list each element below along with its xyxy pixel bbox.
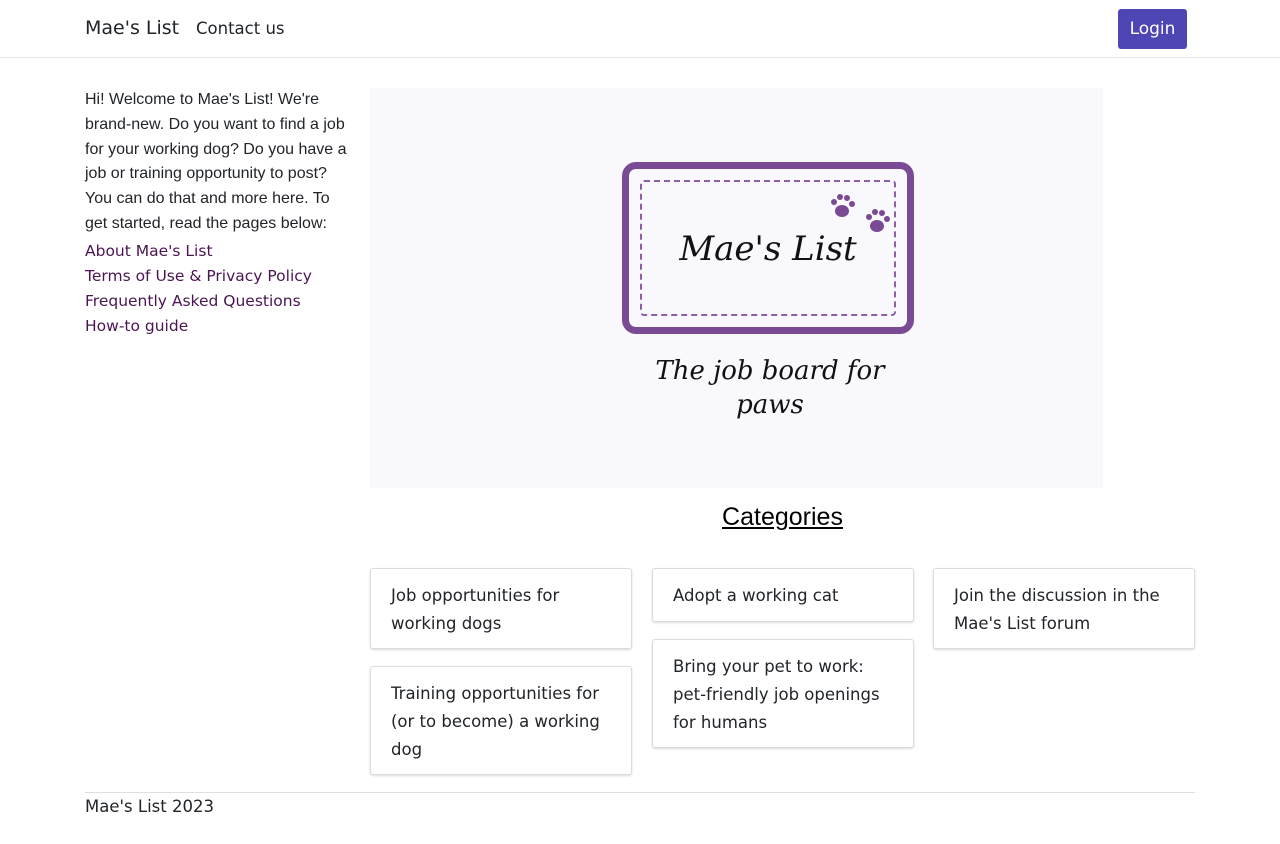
footer-divider — [85, 792, 1195, 793]
category-card-pet-friendly-jobs[interactable]: Bring your pet to work: pet-friendly job… — [652, 639, 914, 748]
login-button[interactable]: Login — [1118, 9, 1187, 49]
welcome-text: Hi! Welcome to Mae's List! We're brand-n… — [85, 91, 347, 232]
category-card-training[interactable]: Training opportunities for (or to become… — [370, 666, 632, 775]
contact-us-link[interactable]: Contact us — [196, 19, 285, 38]
brand-link[interactable]: Mae's List — [85, 17, 179, 39]
logo-title: Mae's List — [679, 229, 857, 269]
how-to-guide-link[interactable]: How-to guide — [85, 317, 188, 335]
hero-logo-image: Mae's List The job board for paws — [370, 88, 1103, 488]
logo-frame: Mae's List — [622, 162, 914, 334]
terms-privacy-link[interactable]: Terms of Use & Privacy Policy — [85, 267, 312, 285]
category-card-dog-jobs[interactable]: Job opportunities for working dogs — [370, 568, 632, 649]
sidebar: Hi! Welcome to Mae's List! We're brand-n… — [85, 88, 347, 339]
footer-copyright: Mae's List 2023 — [85, 797, 214, 816]
navbar: Mae's List Contact us Login — [0, 0, 1280, 58]
sidebar-links: About Mae's List Terms of Use & Privacy … — [85, 239, 347, 339]
category-card-adopt-cat[interactable]: Adopt a working cat — [652, 568, 914, 622]
logo-tagline: The job board for paws — [655, 356, 885, 420]
about-link[interactable]: About Mae's List — [85, 242, 213, 260]
faq-link[interactable]: Frequently Asked Questions — [85, 292, 301, 310]
categories-heading: Categories — [722, 503, 843, 531]
category-card-forum[interactable]: Join the discussion in the Mae's List fo… — [933, 568, 1195, 649]
